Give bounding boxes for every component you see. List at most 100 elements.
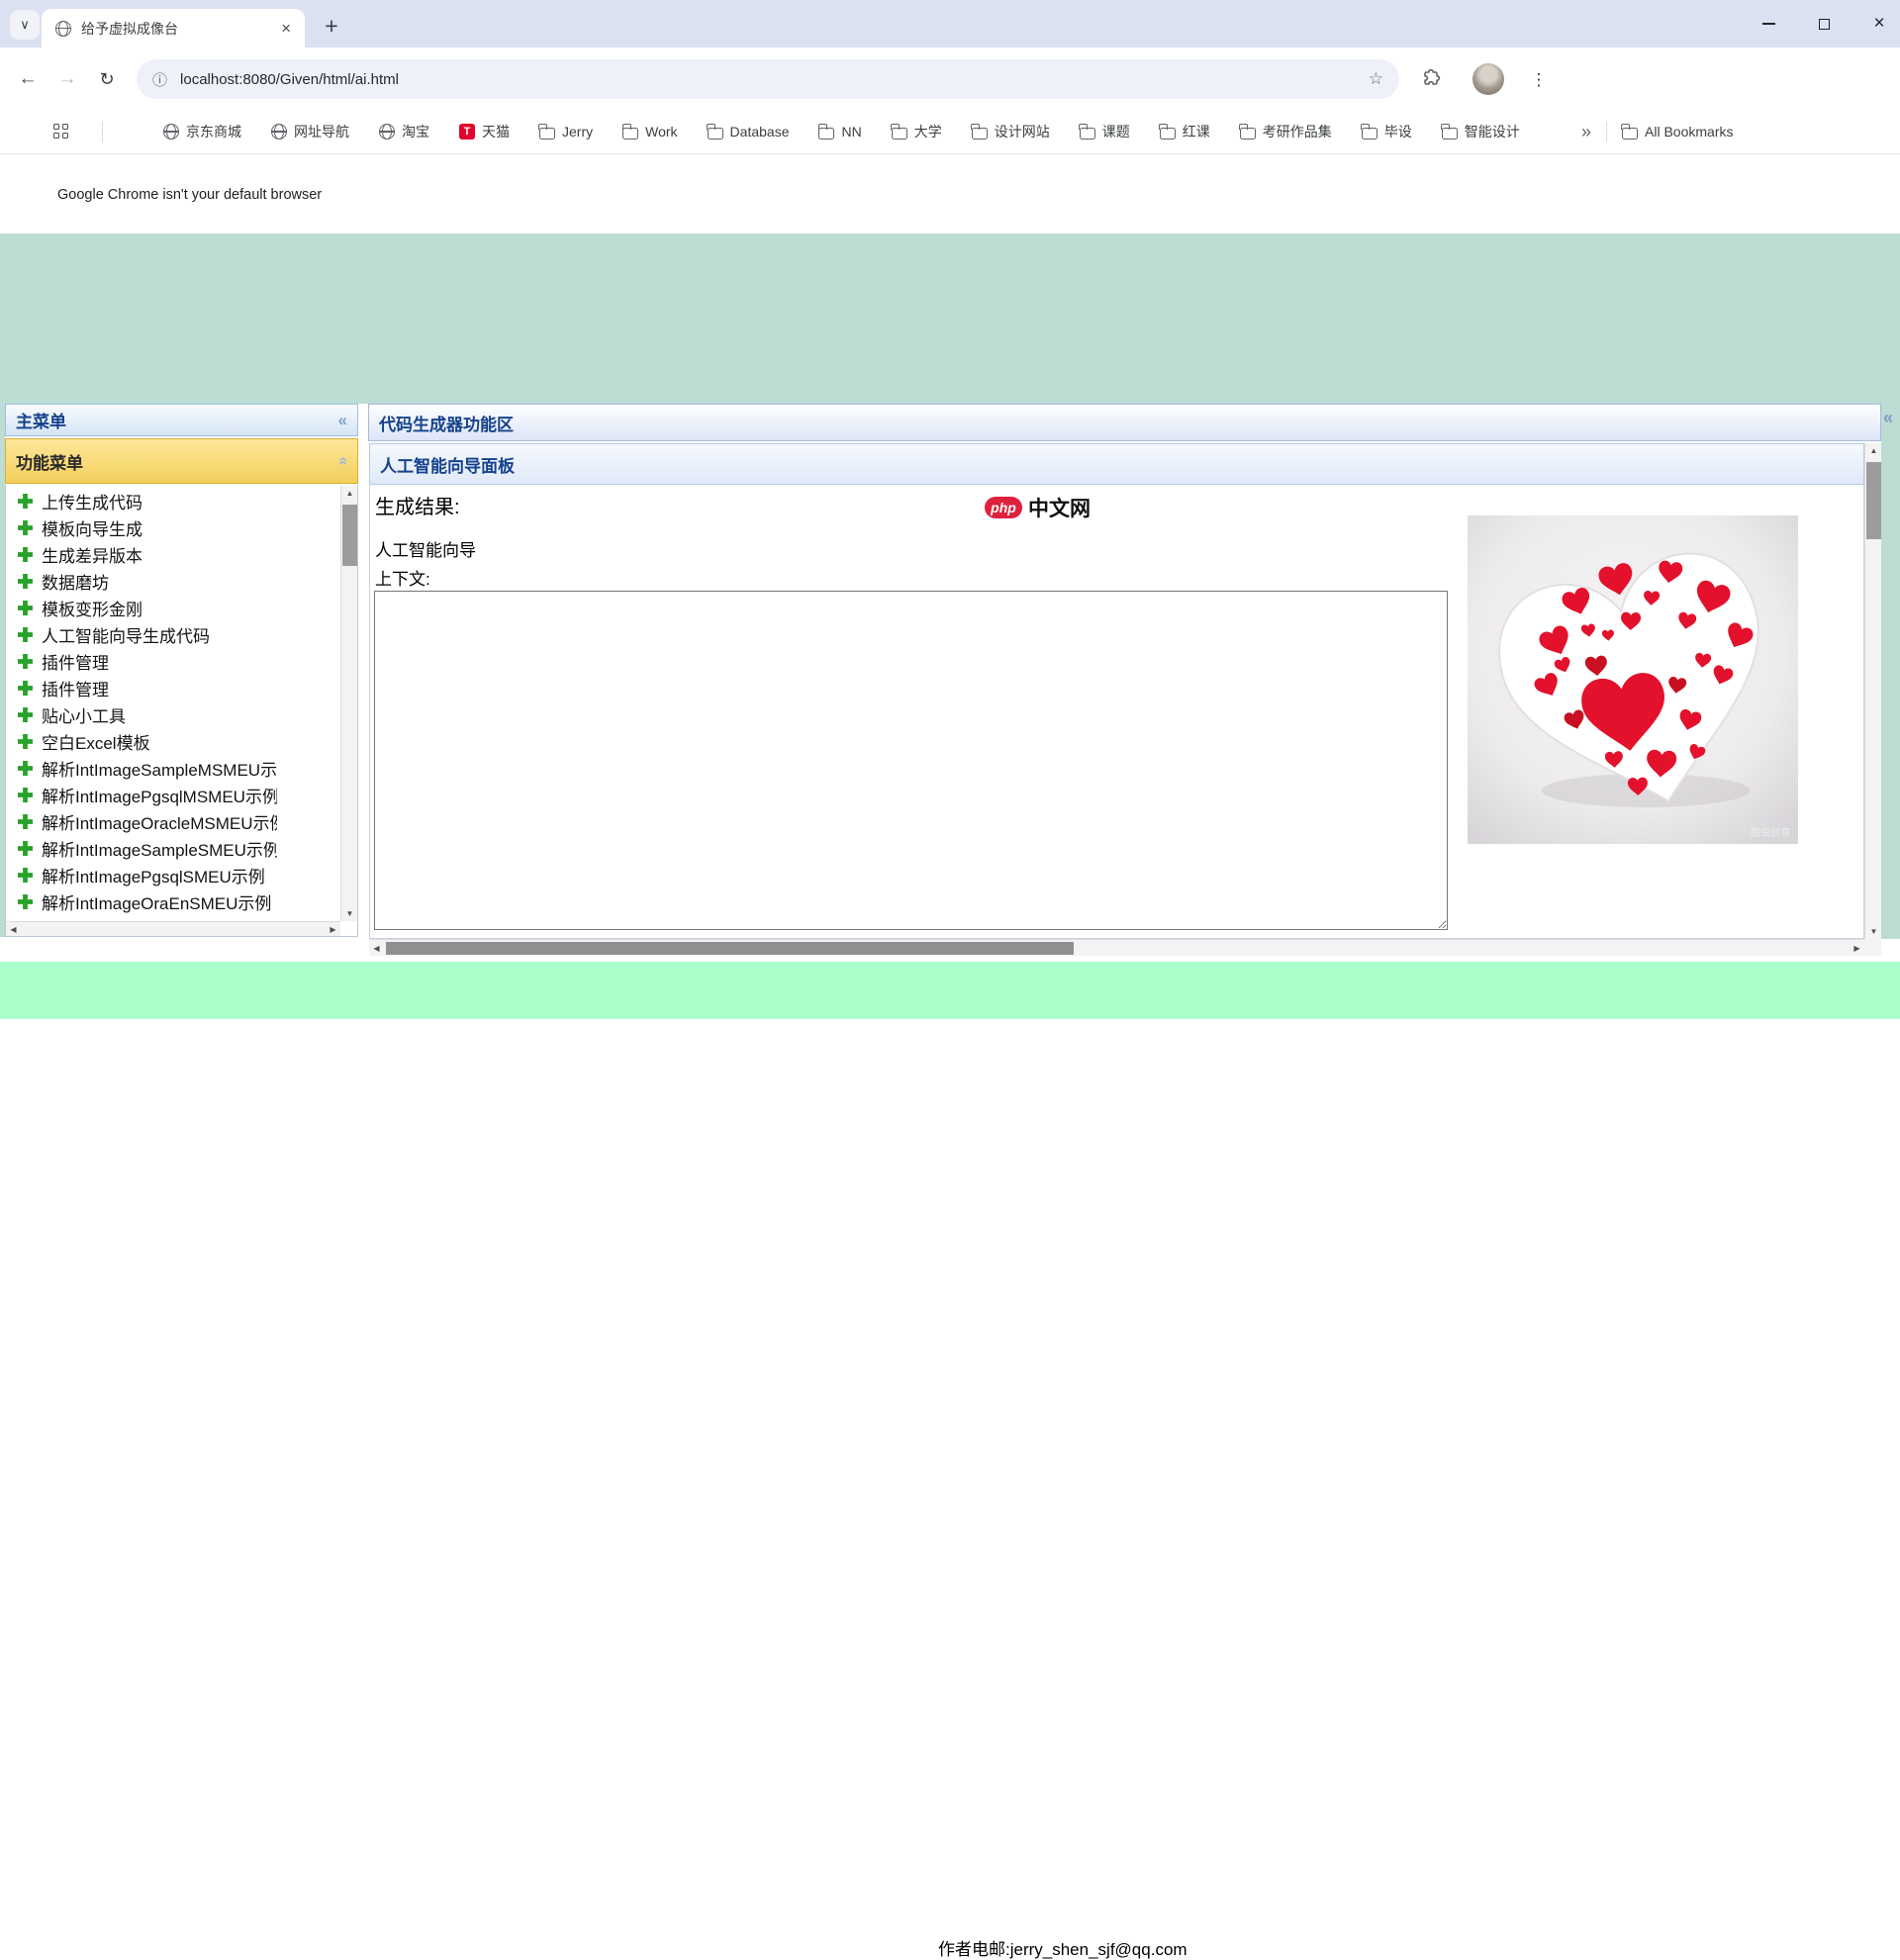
- plus-icon: [18, 494, 33, 509]
- scrollbar-thumb[interactable]: [386, 942, 1074, 955]
- bookmarks-overflow-icon[interactable]: »: [1581, 122, 1591, 142]
- scrollbar-corner: [1864, 939, 1881, 956]
- bookmark[interactable]: 考研作品集: [1240, 122, 1332, 141]
- reload-button[interactable]: ↻: [89, 61, 125, 97]
- scrollbar-thumb[interactable]: [1866, 462, 1881, 539]
- bookmark[interactable]: 淘宝: [379, 122, 429, 141]
- menu-item[interactable]: 解析IntImageSampleSMEU示例: [7, 835, 341, 862]
- address-bar[interactable]: ⓘ localhost:8080/Given/html/ai.html ☆: [137, 59, 1399, 99]
- panel-title: 人工智能向导面板: [380, 452, 515, 477]
- plus-icon: [18, 788, 33, 802]
- scroll-left-button[interactable]: ◀: [369, 940, 384, 957]
- infobar-message: Google Chrome isn't your default browser: [57, 155, 322, 233]
- bookmark[interactable]: 网址导航: [271, 122, 349, 141]
- profile-avatar[interactable]: [1472, 63, 1504, 95]
- context-textarea[interactable]: [374, 591, 1448, 930]
- new-tab-button[interactable]: +: [317, 11, 346, 41]
- folder-icon: [539, 128, 555, 140]
- back-button[interactable]: ←: [10, 61, 46, 97]
- all-bookmarks-button[interactable]: All Bookmarks: [1622, 124, 1733, 140]
- menu-item[interactable]: 插件管理: [7, 675, 341, 701]
- folder-icon: [622, 128, 638, 140]
- scroll-down-button[interactable]: ▼: [1865, 924, 1882, 939]
- menu-item[interactable]: 解析IntImageOraEnSMEU示例: [7, 888, 341, 915]
- menu-item[interactable]: 解析IntImageOracleMSMEU示例: [7, 808, 341, 835]
- menu-item[interactable]: 数据磨坊: [7, 568, 341, 595]
- bookmark[interactable]: NN: [818, 124, 861, 140]
- tab-title: 给予虚拟成像台: [81, 19, 267, 39]
- plus-icon: [18, 734, 33, 749]
- collapse-sidebar-icon[interactable]: «: [338, 411, 347, 430]
- sidebar-main-menu-header[interactable]: 主菜单 «: [5, 404, 358, 436]
- main-horizontal-scrollbar[interactable]: ◀ ▶: [369, 939, 1864, 956]
- menu-item[interactable]: 解析IntImagePgsqlSMEU示例: [7, 862, 341, 888]
- menu-item[interactable]: 模板向导生成: [7, 514, 341, 541]
- bookmark[interactable]: 大学: [892, 122, 942, 141]
- scroll-up-button[interactable]: ▲: [1865, 443, 1882, 458]
- scroll-up-button[interactable]: ▲: [341, 486, 358, 501]
- plus-icon: [18, 547, 33, 562]
- apps-grid-icon[interactable]: [53, 124, 69, 140]
- forward-button[interactable]: →: [49, 61, 85, 97]
- collapse-right-panel-icon[interactable]: «: [1883, 408, 1893, 428]
- main-menu-title: 主菜单: [16, 408, 66, 432]
- window-close-button[interactable]: ×: [1858, 4, 1900, 44]
- menu-item[interactable]: 解析IntImageSampleMSMEU示例: [7, 755, 341, 782]
- scroll-right-button[interactable]: ▶: [326, 922, 340, 937]
- menu-item[interactable]: 空白Excel模板: [7, 728, 341, 755]
- globe-icon: [163, 124, 179, 140]
- sidebar-function-menu-header[interactable]: 功能菜单 «: [5, 438, 358, 484]
- folder-icon: [892, 128, 907, 140]
- browser-tab[interactable]: 给予虚拟成像台 ×: [42, 9, 305, 47]
- bookmark[interactable]: Work: [622, 124, 677, 140]
- bookmark-star-icon[interactable]: ☆: [1369, 69, 1383, 89]
- bookmark[interactable]: 课题: [1080, 122, 1130, 141]
- region-title: 代码生成器功能区: [379, 411, 514, 435]
- plus-icon: [18, 627, 33, 642]
- folder-icon: [708, 128, 723, 140]
- main-vertical-scrollbar[interactable]: ▲ ▼: [1864, 443, 1881, 939]
- folder-icon: [818, 128, 834, 140]
- sidebar-horizontal-scrollbar[interactable]: ◀ ▶: [6, 921, 340, 936]
- bookmark[interactable]: Jerry: [539, 124, 593, 140]
- scroll-left-button[interactable]: ◀: [6, 922, 21, 937]
- function-menu-title: 功能菜单: [16, 449, 83, 474]
- site-info-icon[interactable]: ⓘ: [152, 69, 167, 90]
- bookmark[interactable]: 智能设计: [1442, 122, 1520, 141]
- menu-item[interactable]: 人工智能向导生成代码: [7, 621, 341, 648]
- collapse-up-icon[interactable]: «: [334, 457, 352, 466]
- plus-icon: [18, 894, 33, 909]
- browser-window: ∨ 给予虚拟成像台 × + × ← → ↻ ⓘ localhost:8080/G…: [0, 0, 1900, 1019]
- region-header[interactable]: 代码生成器功能区: [368, 404, 1881, 441]
- bookmark[interactable]: 红课: [1160, 122, 1210, 141]
- globe-icon: [379, 124, 395, 140]
- menu-item[interactable]: 模板变形金刚: [7, 595, 341, 621]
- folder-icon: [1160, 128, 1176, 140]
- menu-item[interactable]: 生成差异版本: [7, 541, 341, 568]
- menu-item[interactable]: 插件管理: [7, 648, 341, 675]
- plus-icon: [18, 681, 33, 696]
- bookmark[interactable]: Database: [708, 124, 790, 140]
- browser-menu-icon[interactable]: ⋮: [1524, 65, 1554, 95]
- plus-icon: [18, 868, 33, 883]
- window-maximize-button[interactable]: [1803, 4, 1845, 44]
- url-text[interactable]: localhost:8080/Given/html/ai.html: [180, 71, 1369, 88]
- tab-close-icon[interactable]: ×: [277, 19, 295, 39]
- plus-icon: [18, 841, 33, 856]
- extensions-puzzle-icon[interactable]: [1421, 68, 1441, 88]
- bookmark[interactable]: 京东商城: [163, 122, 241, 141]
- tab-strip: ∨ 给予虚拟成像台 × + ×: [0, 0, 1900, 47]
- scroll-down-button[interactable]: ▼: [341, 906, 358, 921]
- tab-search-button[interactable]: ∨: [10, 10, 40, 40]
- scrollbar-thumb[interactable]: [342, 505, 357, 566]
- menu-item[interactable]: 贴心小工具: [7, 701, 341, 728]
- sidebar-vertical-scrollbar[interactable]: ▲ ▼: [340, 486, 357, 921]
- bookmark[interactable]: 毕设: [1362, 122, 1412, 141]
- scroll-right-button[interactable]: ▶: [1850, 940, 1864, 957]
- bookmark[interactable]: 天猫: [459, 122, 510, 141]
- bookmark[interactable]: 设计网站: [972, 122, 1050, 141]
- window-minimize-button[interactable]: [1748, 4, 1789, 44]
- wizard-panel-header[interactable]: 人工智能向导面板: [369, 443, 1864, 485]
- menu-item[interactable]: 上传生成代码: [7, 488, 341, 514]
- menu-item[interactable]: 解析IntImagePgsqlMSMEU示例: [7, 782, 341, 808]
